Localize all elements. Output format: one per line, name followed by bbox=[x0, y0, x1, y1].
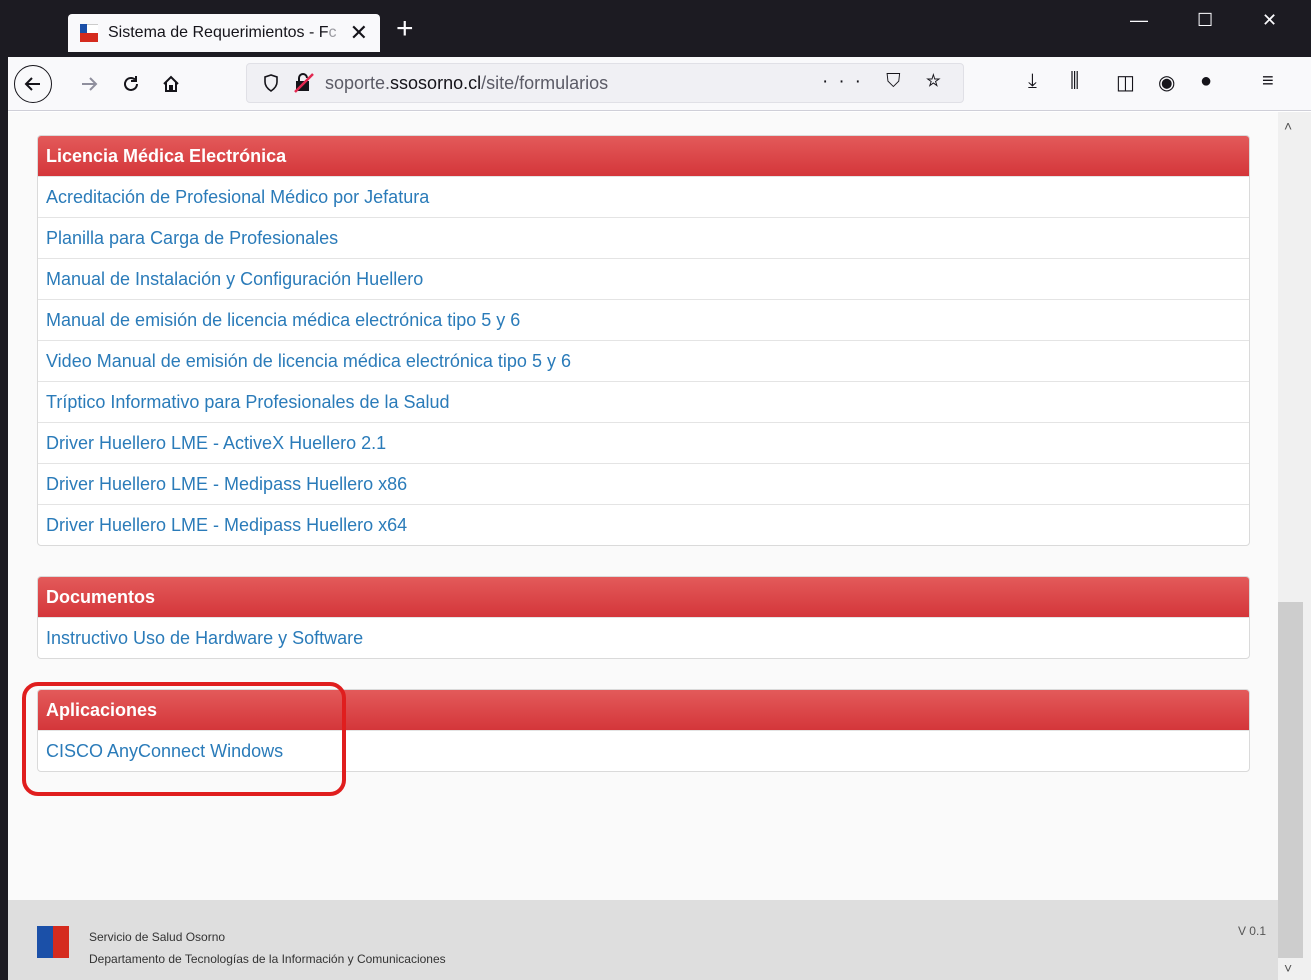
chile-flag-logo-icon bbox=[37, 926, 69, 958]
close-window-button[interactable]: ✕ bbox=[1262, 10, 1277, 31]
reload-button[interactable] bbox=[114, 67, 148, 101]
navigation-toolbar: soporte.ssosorno.cl/site/formularios ···… bbox=[8, 57, 1311, 111]
list-item-link[interactable]: Planilla para Carga de Profesionales bbox=[38, 217, 1249, 258]
extensions-icon[interactable]: ● bbox=[1200, 70, 1212, 93]
reload-icon bbox=[124, 76, 138, 91]
page-actions[interactable]: ··· ⛉ ☆ bbox=[822, 71, 951, 93]
scroll-down-icon[interactable]: ˅ bbox=[1284, 960, 1292, 976]
list-item-link[interactable]: Tríptico Informativo para Profesionales … bbox=[38, 381, 1249, 422]
panel-title: Documentos bbox=[38, 577, 1249, 617]
list-item-link[interactable]: Driver Huellero LME - Medipass Huellero … bbox=[38, 463, 1249, 504]
list-item-link[interactable]: Instructivo Uso de Hardware y Software bbox=[38, 617, 1249, 658]
footer-org-name: Servicio de Salud Osorno bbox=[89, 930, 226, 944]
list-item-link[interactable]: Manual de Instalación y Configuración Hu… bbox=[38, 258, 1249, 299]
page-content: Licencia Médica Electrónica Acreditación… bbox=[8, 112, 1278, 900]
maximize-button[interactable]: ☐ bbox=[1197, 10, 1213, 31]
scrollbar-thumb[interactable] bbox=[1278, 602, 1303, 958]
list-item-link[interactable]: Manual de emisión de licencia médica ele… bbox=[38, 299, 1249, 340]
browser-tab[interactable]: Sistema de Requerimientos - Fc ✕ bbox=[68, 14, 380, 52]
address-bar[interactable]: soporte.ssosorno.cl/site/formularios ···… bbox=[246, 63, 964, 103]
insecure-lock-icon[interactable] bbox=[293, 73, 315, 93]
version-label: V 0.1 bbox=[1237, 924, 1266, 938]
new-tab-button[interactable]: + bbox=[396, 12, 414, 46]
library-icon[interactable]: ⫼ bbox=[1070, 70, 1079, 93]
forward-arrow-icon bbox=[82, 77, 98, 91]
list-item-link[interactable]: Driver Huellero LME - Medipass Huellero … bbox=[38, 504, 1249, 545]
account-icon[interactable]: ◉ bbox=[1158, 70, 1175, 95]
panel-licencia-medica: Licencia Médica Electrónica Acreditación… bbox=[37, 135, 1250, 546]
browser-titlebar: Sistema de Requerimientos - Fc ✕ + — ☐ ✕ bbox=[0, 0, 1311, 57]
menu-icon[interactable]: ≡ bbox=[1262, 70, 1274, 93]
panel-title: Licencia Médica Electrónica bbox=[38, 136, 1249, 176]
downloads-icon[interactable]: ⤓ bbox=[1028, 70, 1037, 93]
sidebar-icon[interactable]: ◫ bbox=[1116, 70, 1135, 95]
list-item-link[interactable]: Driver Huellero LME - ActiveX Huellero 2… bbox=[38, 422, 1249, 463]
window-border bbox=[0, 57, 8, 980]
site-favicon-icon bbox=[80, 24, 98, 42]
tracking-shield-icon[interactable] bbox=[263, 74, 279, 92]
home-button[interactable] bbox=[154, 67, 188, 101]
back-button[interactable] bbox=[14, 65, 52, 103]
panel-documentos: Documentos Instructivo Uso de Hardware y… bbox=[37, 576, 1250, 659]
highlight-annotation bbox=[22, 682, 346, 796]
list-item-link[interactable]: Acreditación de Profesional Médico por J… bbox=[38, 176, 1249, 217]
page-footer: Servicio de Salud Osorno Departamento de… bbox=[8, 900, 1278, 980]
back-arrow-icon bbox=[24, 77, 40, 91]
forward-button[interactable] bbox=[72, 67, 106, 101]
vertical-scrollbar[interactable]: ˄ ˅ bbox=[1278, 112, 1311, 980]
tab-title: Sistema de Requerimientos - Fc bbox=[108, 24, 337, 41]
home-icon bbox=[163, 75, 179, 92]
close-tab-icon[interactable]: ✕ bbox=[350, 20, 368, 46]
url-text: soporte.ssosorno.cl/site/formularios bbox=[325, 72, 609, 93]
list-item-link[interactable]: Video Manual de emisión de licencia médi… bbox=[38, 340, 1249, 381]
minimize-button[interactable]: — bbox=[1130, 10, 1148, 31]
scroll-up-icon[interactable]: ˄ bbox=[1284, 118, 1292, 134]
footer-department: Departamento de Tecnologías de la Inform… bbox=[89, 952, 446, 966]
